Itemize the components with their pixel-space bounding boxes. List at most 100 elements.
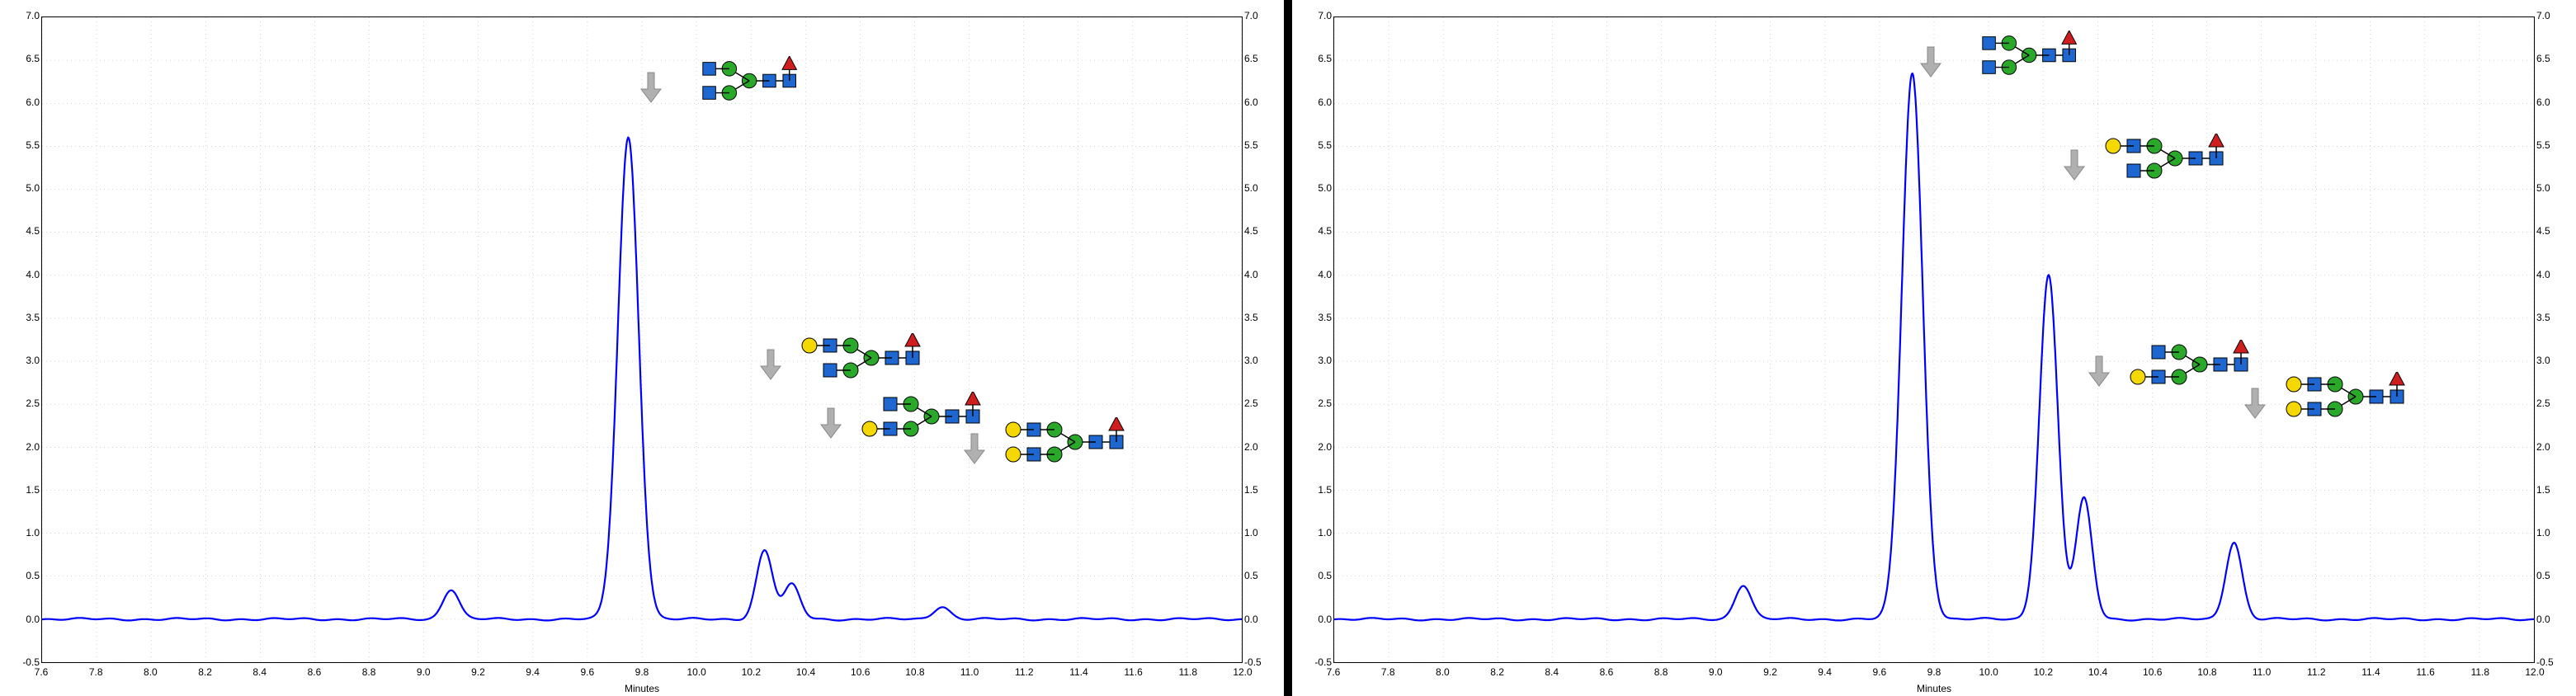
y-tick-label: 0.5 — [1299, 570, 1332, 581]
y-tick-label: 1.5 — [7, 484, 40, 496]
x-tick-label: 8.0 — [1436, 666, 1450, 678]
y-tick-label: 7.0 — [1244, 10, 1277, 21]
glycan-icon — [1949, 31, 2089, 78]
glycan-annotation-g1fb — [2088, 340, 2262, 388]
y-tick-label: 3.0 — [7, 355, 40, 366]
y-tick-label: 5.0 — [2536, 182, 2569, 194]
x-tick-label: 8.0 — [144, 666, 158, 678]
y-tick-label: 4.0 — [2536, 269, 2569, 280]
x-tick-label: 9.0 — [1709, 666, 1723, 678]
glycan-annotation-g0f — [639, 56, 809, 104]
glycan-annotation-g1fa — [759, 333, 933, 381]
x-tick-label: 9.6 — [1872, 666, 1886, 678]
y-tick-label: 6.0 — [1299, 96, 1332, 108]
y-tick-label: 5.5 — [2536, 139, 2569, 151]
y-tick-label: 1.0 — [2536, 527, 2569, 538]
x-tick-label: 11.6 — [1124, 666, 1142, 678]
x-tick-label: 9.2 — [1763, 666, 1777, 678]
y-tick-label: 6.0 — [1244, 96, 1277, 108]
glycan-annotation-g2f — [963, 417, 1137, 465]
y-tick-label: 0.0 — [2536, 614, 2569, 625]
x-tick-label: 12.0 — [2525, 666, 2544, 678]
y-tick-label: 1.0 — [1299, 527, 1332, 538]
y-tick-label: 2.5 — [2536, 397, 2569, 409]
y-tick-label: 5.0 — [1244, 182, 1277, 194]
x-tick-label: 11.4 — [2361, 666, 2380, 678]
x-tick-label: 8.2 — [1490, 666, 1504, 678]
x-tick-label: 11.4 — [1069, 666, 1087, 678]
y-tick-label: 1.0 — [7, 527, 40, 538]
plot-area-right — [1333, 16, 2535, 663]
y-tick-label: 4.5 — [1299, 225, 1332, 237]
chart-panel-right: Minutes -0.5-0.50.00.00.50.51.01.01.51.5… — [1292, 0, 2576, 696]
glycan-icon — [789, 333, 933, 381]
x-tick-label: 11.0 — [2253, 666, 2271, 678]
x-tick-label: 10.4 — [796, 666, 815, 678]
x-axis-title-left: Minutes — [625, 683, 659, 694]
y-tick-label: 4.0 — [1299, 269, 1332, 280]
y-tick-label: 2.5 — [1244, 397, 1277, 409]
y-tick-label: 4.0 — [7, 269, 40, 280]
y-tick-label: 3.5 — [1244, 312, 1277, 323]
panel-divider — [1284, 0, 1292, 696]
x-tick-label: 11.0 — [960, 666, 979, 678]
chromatogram-left — [42, 17, 1242, 662]
y-tick-label: 6.5 — [1299, 53, 1332, 64]
y-tick-label: 2.0 — [1299, 441, 1332, 453]
y-tick-label: 2.5 — [7, 397, 40, 409]
x-tick-label: 11.6 — [2416, 666, 2434, 678]
x-tick-label: 8.4 — [252, 666, 267, 678]
x-tick-label: 8.6 — [308, 666, 322, 678]
plot-area-left — [41, 16, 1243, 663]
x-axis-title-right: Minutes — [1917, 683, 1951, 694]
glycan-annotation-g2f — [2243, 372, 2418, 420]
y-tick-label: 2.0 — [2536, 441, 2569, 453]
y-tick-label: 5.5 — [1299, 139, 1332, 151]
x-tick-label: 7.8 — [1381, 666, 1395, 678]
y-tick-label: 0.0 — [1244, 614, 1277, 625]
y-tick-label: 6.0 — [7, 96, 40, 108]
x-tick-label: 10.6 — [851, 666, 870, 678]
y-tick-label: 6.5 — [1244, 53, 1277, 64]
glycan-icon — [669, 56, 809, 104]
y-tick-label: 1.0 — [1244, 527, 1277, 538]
y-tick-label: 1.5 — [1244, 484, 1277, 496]
x-tick-label: 10.6 — [2143, 666, 2162, 678]
y-tick-label: 6.0 — [2536, 96, 2569, 108]
x-tick-label: 10.8 — [2197, 666, 2216, 678]
y-tick-label: 3.0 — [1299, 355, 1332, 366]
x-tick-label: 11.8 — [2471, 666, 2489, 678]
y-tick-label: 2.5 — [1299, 397, 1332, 409]
y-tick-label: 0.0 — [1299, 614, 1332, 625]
x-tick-label: 11.2 — [2307, 666, 2325, 678]
y-tick-label: 7.0 — [7, 10, 40, 21]
y-tick-label: 4.5 — [7, 225, 40, 237]
x-tick-label: 8.2 — [198, 666, 212, 678]
x-tick-label: 9.4 — [1818, 666, 1832, 678]
x-tick-label: 10.8 — [905, 666, 924, 678]
x-tick-label: 12.0 — [1233, 666, 1252, 678]
x-tick-label: 9.0 — [417, 666, 431, 678]
y-tick-label: 2.0 — [1244, 441, 1277, 453]
y-tick-label: 1.5 — [1299, 484, 1332, 496]
x-tick-label: 7.6 — [1327, 666, 1341, 678]
x-tick-label: 8.8 — [1654, 666, 1668, 678]
y-tick-label: 4.5 — [1244, 225, 1277, 237]
x-tick-label: 10.4 — [2088, 666, 2107, 678]
x-tick-label: 9.6 — [580, 666, 594, 678]
x-tick-label: 11.8 — [1179, 666, 1197, 678]
x-tick-label: 7.8 — [89, 666, 103, 678]
y-tick-label: 7.0 — [1299, 10, 1332, 21]
y-tick-label: 7.0 — [2536, 10, 2569, 21]
y-tick-label: 6.5 — [2536, 53, 2569, 64]
y-tick-label: 5.0 — [1299, 182, 1332, 194]
x-tick-label: 10.2 — [2034, 666, 2053, 678]
x-tick-label: 9.4 — [526, 666, 540, 678]
x-tick-label: 10.2 — [742, 666, 761, 678]
y-tick-label: 3.0 — [1244, 355, 1277, 366]
glycan-icon — [993, 417, 1137, 465]
x-tick-label: 10.0 — [686, 666, 705, 678]
y-tick-label: 5.0 — [7, 182, 40, 194]
y-tick-label: 3.5 — [1299, 312, 1332, 323]
y-tick-label: 3.0 — [2536, 355, 2569, 366]
